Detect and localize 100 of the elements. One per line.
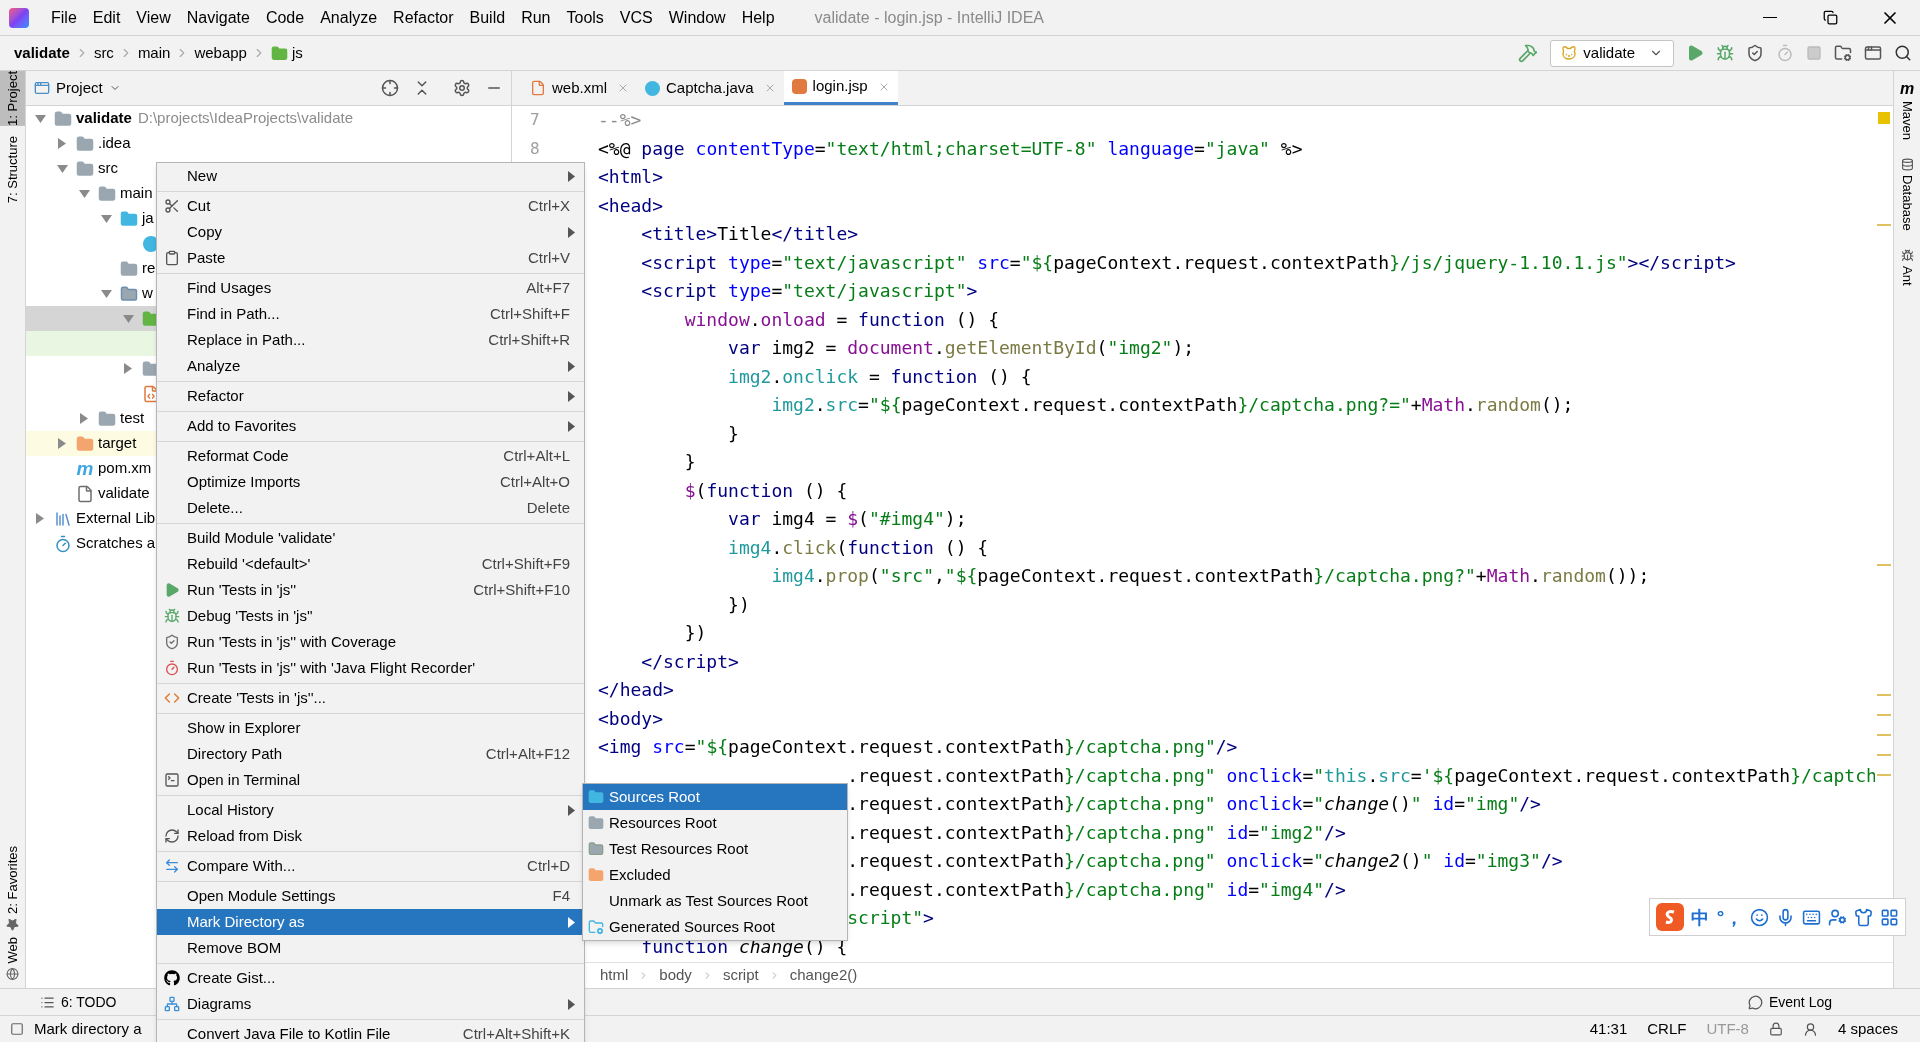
code-line: }) <box>727 592 750 617</box>
menu-label: Delete... <box>187 497 243 518</box>
menu-label: Generated Sources Root <box>609 916 775 937</box>
code-line: <img src="${pageContext.request.contextPath}/captcha.png"/> <box>598 735 1238 759</box>
menu-label: Convert Java File to Kotlin File <box>187 1023 391 1042</box>
shortcut-label: Alt+F7 <box>526 277 570 298</box>
code-line: var img4 = $("#img4"); <box>727 507 967 531</box>
code-line: </script> <box>640 649 739 674</box>
line-number: 8 <box>530 137 540 160</box>
status-message: Mark directory a <box>34 1018 142 1039</box>
window-title: validate - login.jsp - IntelliJ IDEA <box>814 7 1044 28</box>
menu-label: Remove BOM <box>187 937 282 958</box>
code-line: window.onload = function () { <box>683 307 999 332</box>
tree-label: target <box>98 433 137 454</box>
menu-label: Create Gist... <box>187 967 276 988</box>
code-line: <script type="text/javascript" src="${pageContext.request.contextPath}/js/jquery-1.10.1.js"></script> <box>640 250 1736 275</box>
menu-label: Open Module Settings <box>187 885 336 906</box>
maven-icon: m <box>1899 81 1915 97</box>
code-line: <head> <box>598 193 664 218</box>
menu-label: Resources Root <box>609 812 717 833</box>
code-line: <html> <box>598 165 664 189</box>
code-line: img2.onclick = function () { <box>727 364 1032 389</box>
shortcut-label: F4 <box>552 885 570 906</box>
menu-label: Run 'Tests in 'js'' with Coverage <box>187 631 397 652</box>
code-line: img4.prop("src","${pageContext.request.contextPath}/captcha.png?"+Math.random()); <box>770 564 1650 588</box>
tree-label: validate <box>98 483 150 504</box>
shortcut-label: Ctrl+D <box>527 855 570 876</box>
menu-label: Local History <box>187 799 274 820</box>
shortcut-label: Ctrl+X <box>527 195 570 216</box>
menu-label: Run 'Tests in 'js'' with 'Java Flight Recorder' <box>187 657 476 678</box>
menu-label: Add to Favorites <box>187 415 297 436</box>
code-line: } <box>683 450 696 474</box>
code-line: .request.contextPath}/captcha.png" id="img2"/> <box>847 820 1346 845</box>
code-line: img2.src="${pageContext.request.contextPath}/captcha.png?="+Math.random(); <box>770 393 1574 417</box>
code-line: <%@ page contentType="text/html;charset=UTF-8" language="java" %> <box>598 136 1303 161</box>
path-label: D:\projects\IdeaProjects\validate <box>137 108 353 129</box>
menu-label: Sources Root <box>609 786 700 807</box>
code-line: .request.contextPath}/captcha.png" onclick="this.src='${pageContext.request.contextPath}/captch <box>847 763 1875 788</box>
tree-label: re <box>142 258 156 279</box>
menu-label: Refactor <box>187 385 244 406</box>
code-line: $(function () { <box>683 478 848 503</box>
code-line: img4.click(function () { <box>727 535 989 560</box>
tree-label: w <box>142 283 153 304</box>
shortcut-label: Ctrl+Alt+Shift+K <box>462 1023 570 1042</box>
tool-window-label: Database <box>1898 175 1916 231</box>
tool-window-label: Ant <box>1898 265 1916 286</box>
menu-label: Replace in Path... <box>187 329 306 350</box>
menu-label: Diagrams <box>187 993 252 1014</box>
menu-label: Show in Explorer <box>187 717 301 738</box>
menu-label: Create 'Tests in 'js''... <box>187 687 326 708</box>
code-line: </head> <box>598 678 674 702</box>
code-line: <script type="text/javascript"> <box>640 279 978 303</box>
tree-label: validate <box>76 108 132 129</box>
code-line: <title>Title</title> <box>640 222 859 246</box>
code-line: }) <box>683 621 707 645</box>
shortcut-label: Delete <box>526 497 570 518</box>
menu-label: Build Module 'validate' <box>187 527 336 548</box>
tree-label: main <box>120 183 153 204</box>
line-number: 7 <box>530 109 540 132</box>
tree-label: ja <box>142 208 154 229</box>
menu-label: Rebuild '<default>' <box>187 553 311 574</box>
menu-label: Compare With... <box>187 855 296 876</box>
menu-label: Mark Directory as <box>187 911 305 932</box>
code-line: <body> <box>598 706 664 731</box>
menu-label: Open in Terminal <box>187 769 301 790</box>
menu-label: Cut <box>187 195 211 216</box>
code-line: var img2 = document.getElementById("img2"); <box>727 336 1195 360</box>
code-line: } <box>727 421 739 446</box>
code-line: .request.contextPath}/captcha.png" onclick="change2()" id="img3"/> <box>847 849 1563 873</box>
menu-label: Debug 'Tests in 'js'' <box>187 605 313 626</box>
shortcut-label: Ctrl+Alt+L <box>503 445 570 466</box>
code-line: --%> <box>598 108 642 132</box>
menu-label: Copy <box>187 221 223 242</box>
shortcut-label: Ctrl+Alt+O <box>499 471 570 492</box>
shortcut-label: Ctrl+V <box>527 247 570 268</box>
shortcut-label: Ctrl+Shift+F10 <box>473 579 570 600</box>
maven-icon: m <box>76 459 94 478</box>
menu-label: Optimize Imports <box>187 471 301 492</box>
menu-label: New <box>187 165 217 186</box>
code-line: .request.contextPath}/captcha.png" onclick="change()" id="img"/> <box>847 792 1541 816</box>
shortcut-label: Ctrl+Alt+F12 <box>485 743 570 764</box>
tree-label: .idea <box>98 133 131 154</box>
code-line: script"> <box>847 906 934 930</box>
tree-label: Scratches a <box>76 533 156 554</box>
menu-label: Reformat Code <box>187 445 289 466</box>
shortcut-label: Ctrl+Shift+R <box>488 329 570 350</box>
menu-label: Unmark as Test Sources Root <box>609 890 808 911</box>
shortcut-label: Ctrl+Shift+F9 <box>481 553 570 574</box>
menu-label: Find in Path... <box>187 303 280 324</box>
tool-window-label: Maven <box>1898 101 1916 141</box>
menu-label: Paste <box>187 247 226 268</box>
menu-label: Reload from Disk <box>187 825 303 846</box>
menu-label: Find Usages <box>187 277 272 298</box>
menu-label: Excluded <box>609 864 671 885</box>
tree-label: External Lib <box>76 508 156 529</box>
tree-label: test <box>120 408 145 429</box>
menu-label: Analyze <box>187 355 241 376</box>
shortcut-label: Ctrl+Shift+F <box>489 303 570 324</box>
menu-label: Test Resources Root <box>609 838 749 859</box>
tree-label: src <box>98 158 118 179</box>
